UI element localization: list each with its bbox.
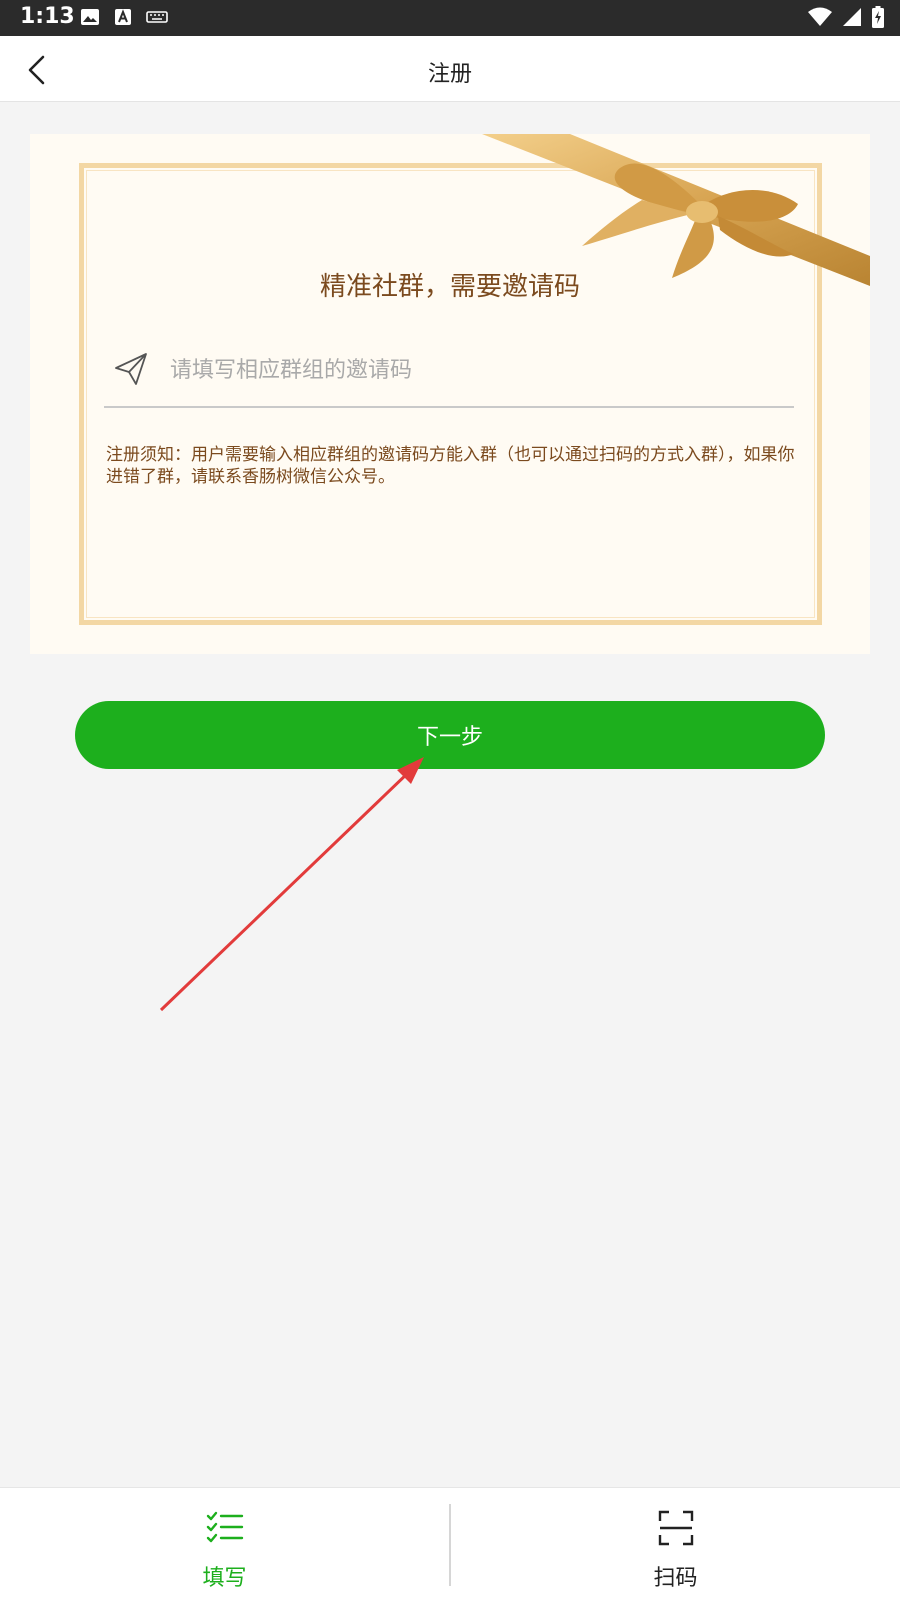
image-icon xyxy=(81,9,99,25)
signal-icon xyxy=(843,8,861,26)
tab-scan-label: 扫码 xyxy=(653,1566,698,1591)
status-bar: 1:13 xyxy=(0,0,900,36)
checklist-icon xyxy=(206,1511,243,1543)
battery-charging-icon xyxy=(872,6,884,28)
registration-notice: 注册须知：用户需要输入相应群组的邀请码方能入群（也可以通过扫码的方式入群），如果… xyxy=(106,445,795,487)
invite-code-row xyxy=(104,334,794,408)
nav-bar: 注册 xyxy=(0,36,900,102)
keyboard-icon xyxy=(146,11,168,23)
next-step-button[interactable]: 下一步 xyxy=(75,701,825,769)
invite-code-input[interactable] xyxy=(170,346,770,394)
tab-scan[interactable]: 扫码 xyxy=(451,1488,900,1600)
card-title: 精准社群，需要邀请码 xyxy=(319,272,580,302)
bottom-tab-bar: 填写 扫码 xyxy=(0,1487,900,1600)
tab-fill-in-label: 填写 xyxy=(202,1566,247,1591)
paper-plane-icon xyxy=(115,353,147,385)
page-title: 注册 xyxy=(427,62,472,87)
wifi-icon xyxy=(808,7,832,26)
status-notification-icons xyxy=(80,8,168,26)
tab-fill-in[interactable]: 填写 xyxy=(0,1488,449,1600)
status-time: 1:13 xyxy=(20,4,75,29)
scan-icon xyxy=(658,1510,693,1546)
font-icon xyxy=(115,9,131,25)
status-system-icons xyxy=(808,6,884,28)
invite-card: 精准社群，需要邀请码 注册须知：用户需要输入相应群组的邀请码方能入群（也可以通过… xyxy=(30,134,870,654)
